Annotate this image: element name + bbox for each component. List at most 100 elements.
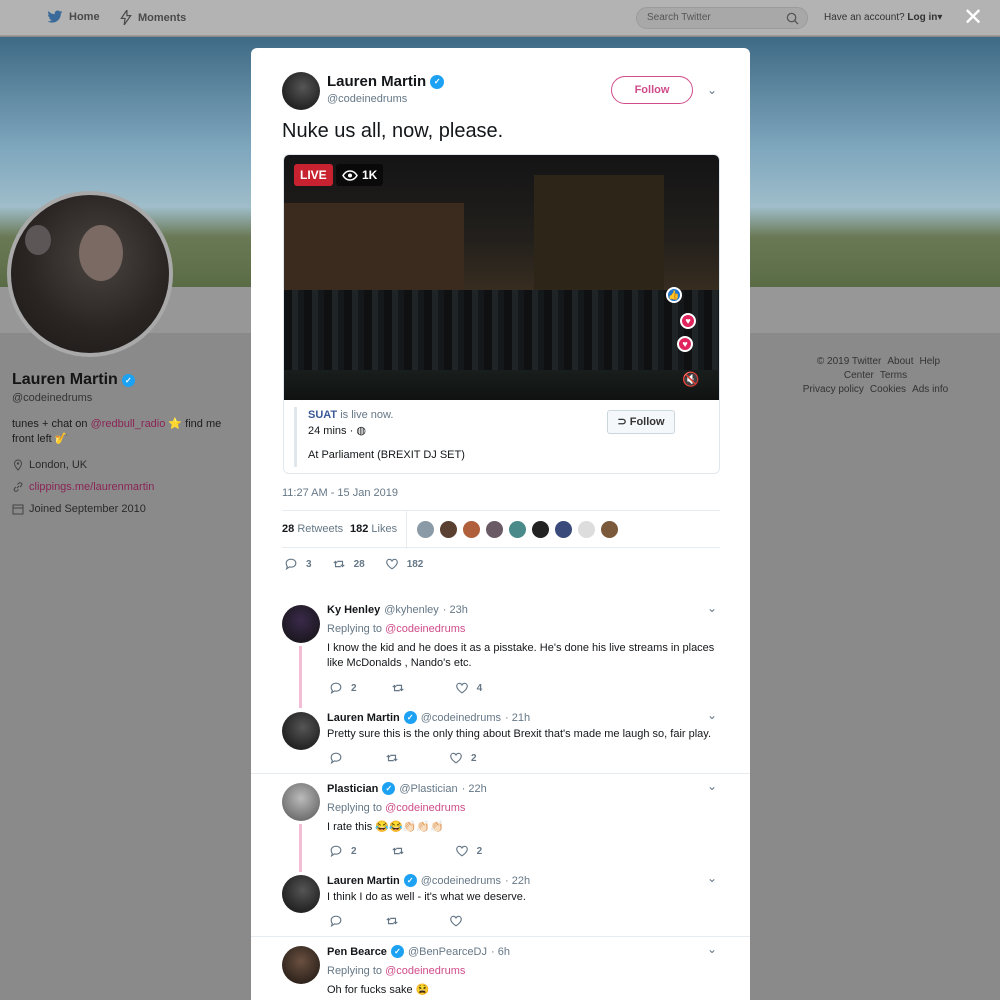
footer-terms[interactable]: Terms [880,370,907,381]
replying-prefix: Replying to [327,623,386,635]
chevron-down-icon[interactable]: ⌄ [707,83,717,97]
reply-author-name[interactable]: Plastician [327,783,378,795]
retweet-button[interactable] [391,844,413,858]
like-button[interactable] [449,914,471,928]
reply-author-handle[interactable]: @Plastician [399,783,457,795]
reply-author-name[interactable]: Pen Bearce [327,946,387,958]
reply-time[interactable]: · 21h [505,712,530,724]
viewer-count: 1K [336,164,384,186]
like-button[interactable]: 182 [385,557,423,571]
follow-button[interactable]: Follow [611,76,693,104]
reply-button[interactable]: 2 [329,681,357,695]
footer-cookies[interactable]: Cookies [870,384,906,395]
retweet-button[interactable]: 28 [332,557,365,571]
liker-avatar[interactable] [554,520,573,539]
reply-avatar[interactable] [282,605,320,643]
reply-author-name[interactable]: Lauren Martin [327,875,400,887]
avatar-figure-small [25,225,51,255]
replying-to-link[interactable]: @codeinedrums [385,965,465,977]
footer-about[interactable]: About [887,356,913,367]
nav-moments-label: Moments [138,11,187,24]
search-icon[interactable] [786,12,799,25]
retweet-button[interactable] [385,914,407,928]
broadcast-title: At Parliament (BREXIT DJ SET) [308,449,465,461]
reply-avatar[interactable] [282,875,320,913]
liker-avatar[interactable] [508,520,527,539]
footer-ads[interactable]: Ads info [912,384,948,395]
tweet-author-name[interactable]: Lauren Martin ✓ [327,73,445,90]
reply-button[interactable]: 2 [329,844,357,858]
likers-avatars [416,520,619,539]
heart-reaction-icon: ♥ [680,313,696,329]
video-player[interactable]: LIVE 1K 👍 ♥ ♥ 🔇 [284,155,719,400]
reply-avatar[interactable] [282,946,320,984]
liker-avatar[interactable] [485,520,504,539]
reply-button[interactable]: 3 [284,557,312,571]
reply-text: I know the kid and he does it as a pisst… [327,642,715,669]
broadcast-duration-text: 24 mins · [308,425,354,437]
card-follow-button[interactable]: ⊃ Follow [607,410,675,434]
nav-moments[interactable]: Moments [120,10,186,25]
retweet-button[interactable] [385,751,407,765]
live-video-card[interactable]: LIVE 1K 👍 ♥ ♥ 🔇 SUAT is live now. 24 min… [283,154,720,474]
close-icon[interactable]: ✕ [963,6,983,30]
website-text[interactable]: clippings.me/laurenmartin [29,481,154,493]
heart-reaction-icon: ♥ [677,336,693,352]
reply-author-handle[interactable]: @codeinedrums [421,712,501,724]
mute-icon[interactable]: 🔇 [682,371,699,388]
tweet-author-avatar[interactable] [282,72,320,110]
liker-avatar[interactable] [577,520,596,539]
profile-website[interactable]: clippings.me/laurenmartin [12,481,154,493]
reply-avatar[interactable] [282,783,320,821]
reply-author-name[interactable]: Ky Henley [327,604,380,616]
chevron-down-icon[interactable]: ⌄ [707,601,717,615]
footer-privacy[interactable]: Privacy policy [803,384,864,395]
chevron-down-icon[interactable]: ⌄ [707,779,717,793]
chevron-down-icon[interactable]: ⌄ [707,942,717,956]
reply-author-handle[interactable]: @BenPearceDJ [408,946,487,958]
retweet-button[interactable] [391,681,413,695]
reply-header: Plastician ✓ @Plastician · 22h [327,782,487,795]
like-count: 2 [471,752,477,764]
profile-handle[interactable]: @codeinedrums [12,392,92,404]
search-input[interactable]: Search Twitter [636,7,808,29]
reply-button[interactable] [329,914,351,928]
like-button[interactable]: 2 [449,751,477,765]
liker-avatar[interactable] [531,520,550,539]
reply-time[interactable]: · 22h [505,875,530,887]
like-count: 2 [476,845,483,857]
liker-avatar[interactable] [462,520,481,539]
replying-to-link[interactable]: @codeinedrums [385,623,465,635]
liker-avatar[interactable] [600,520,619,539]
retweets-stat[interactable]: 28 Retweets [282,523,343,535]
chevron-down-icon[interactable]: ⌄ [707,871,717,885]
tweet-author-handle[interactable]: @codeinedrums [327,93,407,105]
chevron-down-icon[interactable]: ⌄ [707,708,717,722]
replying-to-link[interactable]: @codeinedrums [385,802,465,814]
reply-time[interactable]: · 23h [443,604,468,616]
liker-avatar[interactable] [439,520,458,539]
reply-time[interactable]: · 22h [462,783,487,795]
liker-avatar[interactable] [416,520,435,539]
heart-icon [450,752,462,764]
reply-button[interactable] [329,751,351,765]
likes-stat[interactable]: 182 Likes [350,523,397,535]
reply-author-handle[interactable]: @codeinedrums [421,875,501,887]
profile-joined: Joined September 2010 [12,503,146,515]
login-link[interactable]: Log in [907,12,937,23]
like-count: 4 [476,682,483,694]
profile-avatar[interactable] [7,191,173,357]
like-button[interactable]: 2 [455,844,483,858]
tweet-timestamp[interactable]: 11:27 AM - 15 Jan 2019 [282,487,398,499]
reply-time[interactable]: · 6h [491,946,510,958]
like-button[interactable]: 4 [455,681,483,695]
broadcaster-name[interactable]: SUAT [308,409,337,421]
replying-to: Replying to @codeinedrums [327,965,465,977]
profile-name[interactable]: Lauren Martin ✓ [12,371,135,389]
nav-home[interactable]: Home [47,10,100,24]
bio-link[interactable]: @redbull_radio [91,418,166,430]
reply-icon [330,682,342,695]
reply-avatar[interactable] [282,712,320,750]
reply-author-name[interactable]: Lauren Martin [327,712,400,724]
reply-author-handle[interactable]: @kyhenley [384,604,439,616]
